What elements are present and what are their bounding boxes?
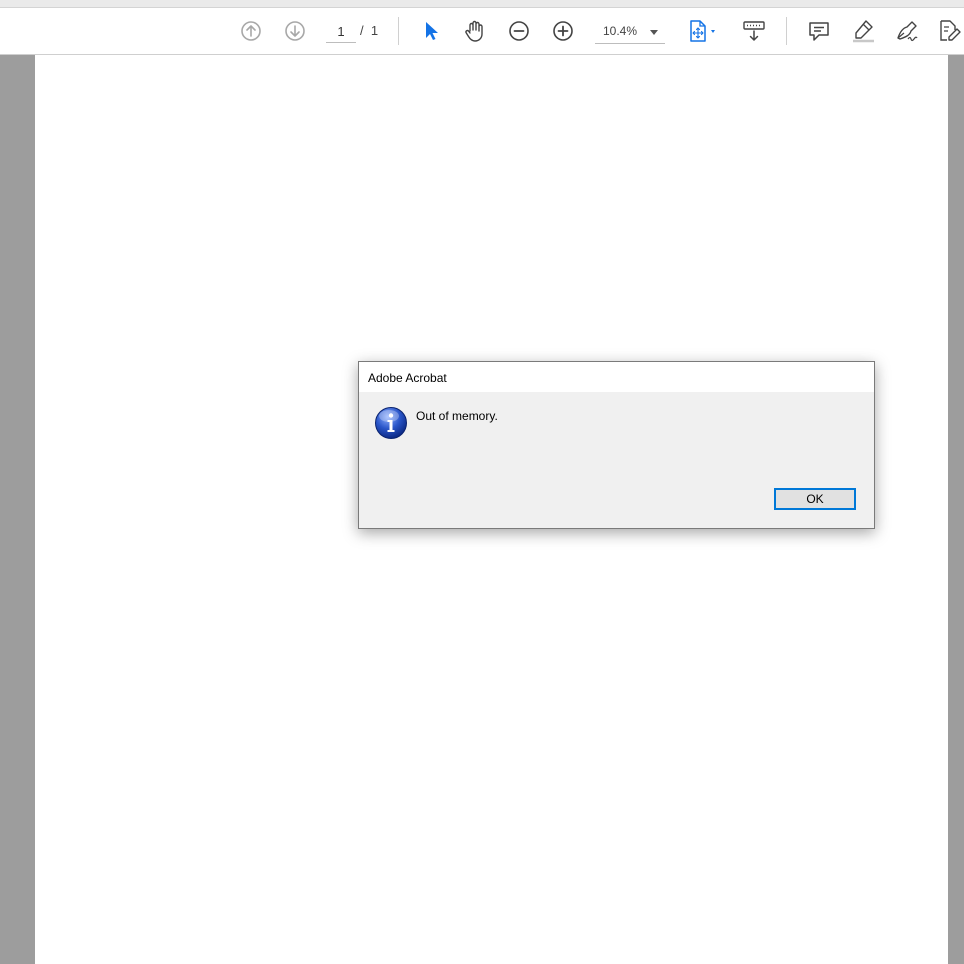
zoom-out-icon — [509, 21, 529, 41]
page-number-input[interactable] — [326, 20, 356, 43]
zoom-value: 10.4% — [603, 24, 638, 38]
toolbar-separator — [786, 17, 787, 45]
edit-button[interactable] — [934, 16, 964, 46]
hand-tool-button[interactable] — [460, 16, 490, 46]
zoom-dropdown[interactable]: 10.4% — [595, 20, 665, 44]
next-page-icon — [285, 21, 305, 41]
edit-icon — [940, 20, 961, 41]
info-icon — [375, 407, 407, 439]
sign-icon — [897, 21, 918, 42]
dialog-message: Out of memory. — [416, 409, 498, 423]
page-total: / 1 — [360, 23, 379, 38]
dialog-title: Adobe Acrobat — [368, 371, 447, 385]
toolbar-separator — [398, 17, 399, 45]
title-strip — [0, 0, 964, 8]
scroll-mode-button[interactable] — [739, 16, 769, 46]
comment-button[interactable] — [804, 16, 834, 46]
ok-button[interactable]: OK — [774, 488, 856, 510]
zoom-in-button[interactable] — [548, 16, 578, 46]
chevron-down-icon — [650, 30, 658, 35]
prev-page-icon — [241, 21, 261, 41]
toolbar: / 1 10.4% — [0, 8, 964, 55]
highlight-button[interactable] — [848, 16, 878, 46]
sign-button[interactable] — [892, 16, 922, 46]
acrobat-window: / 1 10.4% — [0, 0, 964, 964]
prev-page-button[interactable] — [236, 16, 266, 46]
select-tool-button[interactable] — [416, 16, 446, 46]
page-fit-button[interactable] — [686, 16, 722, 46]
scroll-mode-icon — [743, 21, 765, 41]
hand-tool-icon — [465, 20, 483, 42]
select-tool-icon — [426, 22, 438, 40]
page-fit-icon — [690, 20, 715, 42]
comment-icon — [809, 22, 829, 41]
zoom-in-icon — [553, 21, 573, 41]
dialog-titlebar: Adobe Acrobat — [359, 362, 874, 392]
zoom-out-button[interactable] — [504, 16, 534, 46]
highlight-icon — [853, 20, 874, 43]
error-dialog: Adobe Acrobat Out of memory. OK — [358, 361, 875, 529]
next-page-button[interactable] — [280, 16, 310, 46]
